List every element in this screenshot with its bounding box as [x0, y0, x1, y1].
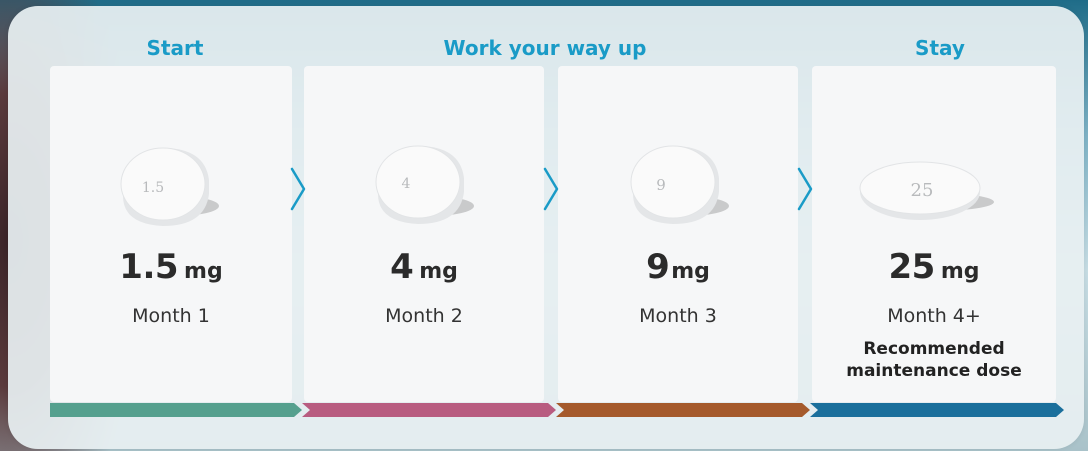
month-label-3: Month 3: [639, 305, 717, 327]
month-label-1: Month 1: [132, 305, 210, 327]
heading-start: Start: [146, 36, 204, 60]
pill-imprint: 25: [911, 180, 934, 201]
dose-value: 4: [390, 247, 414, 287]
dose-unit: mg: [184, 259, 223, 284]
pill-tablet-icon: 1.5: [113, 142, 223, 232]
heading-work-your-way-up: Work your way up: [443, 36, 647, 60]
chevron-right-icon: [795, 166, 815, 216]
pill-tablet-icon: 4: [368, 140, 478, 230]
progress-segment-4: [810, 402, 1064, 417]
dose-amount-2: 4 mg: [314, 247, 534, 297]
step-panel-1: [50, 66, 292, 402]
progress-segment-2: [302, 402, 556, 417]
dose-amount-4: 25 mg: [822, 247, 1046, 297]
maintenance-dose-note: Recommended maintenance dose: [846, 339, 1022, 381]
step-panel-2: [304, 66, 544, 402]
progress-segment-3: [556, 402, 810, 417]
pill-tablet-icon: 9: [623, 140, 733, 230]
month-label-4: Month 4+: [887, 305, 981, 327]
step-panel-3: [558, 66, 798, 402]
month-label-2: Month 2: [385, 305, 463, 327]
chevron-right-icon: [288, 166, 308, 216]
chevron-right-icon: [541, 166, 561, 216]
dose-value: 25: [888, 247, 936, 287]
pill-imprint: 9: [656, 176, 666, 194]
heading-stay: Stay: [915, 36, 965, 60]
dose-value: 9: [646, 247, 670, 287]
pill-tablet-icon: 25: [858, 158, 998, 222]
dose-value: 1.5: [119, 247, 179, 287]
dose-amount-3: 9mg: [568, 247, 788, 297]
dose-amount-1: 1.5 mg: [60, 247, 282, 297]
progress-segment-1: [50, 402, 302, 417]
pill-imprint: 4: [402, 176, 411, 192]
dose-unit: mg: [671, 259, 710, 284]
dose-unit: mg: [940, 259, 980, 284]
pill-imprint: 1.5: [142, 180, 164, 196]
dose-unit: mg: [419, 259, 458, 284]
